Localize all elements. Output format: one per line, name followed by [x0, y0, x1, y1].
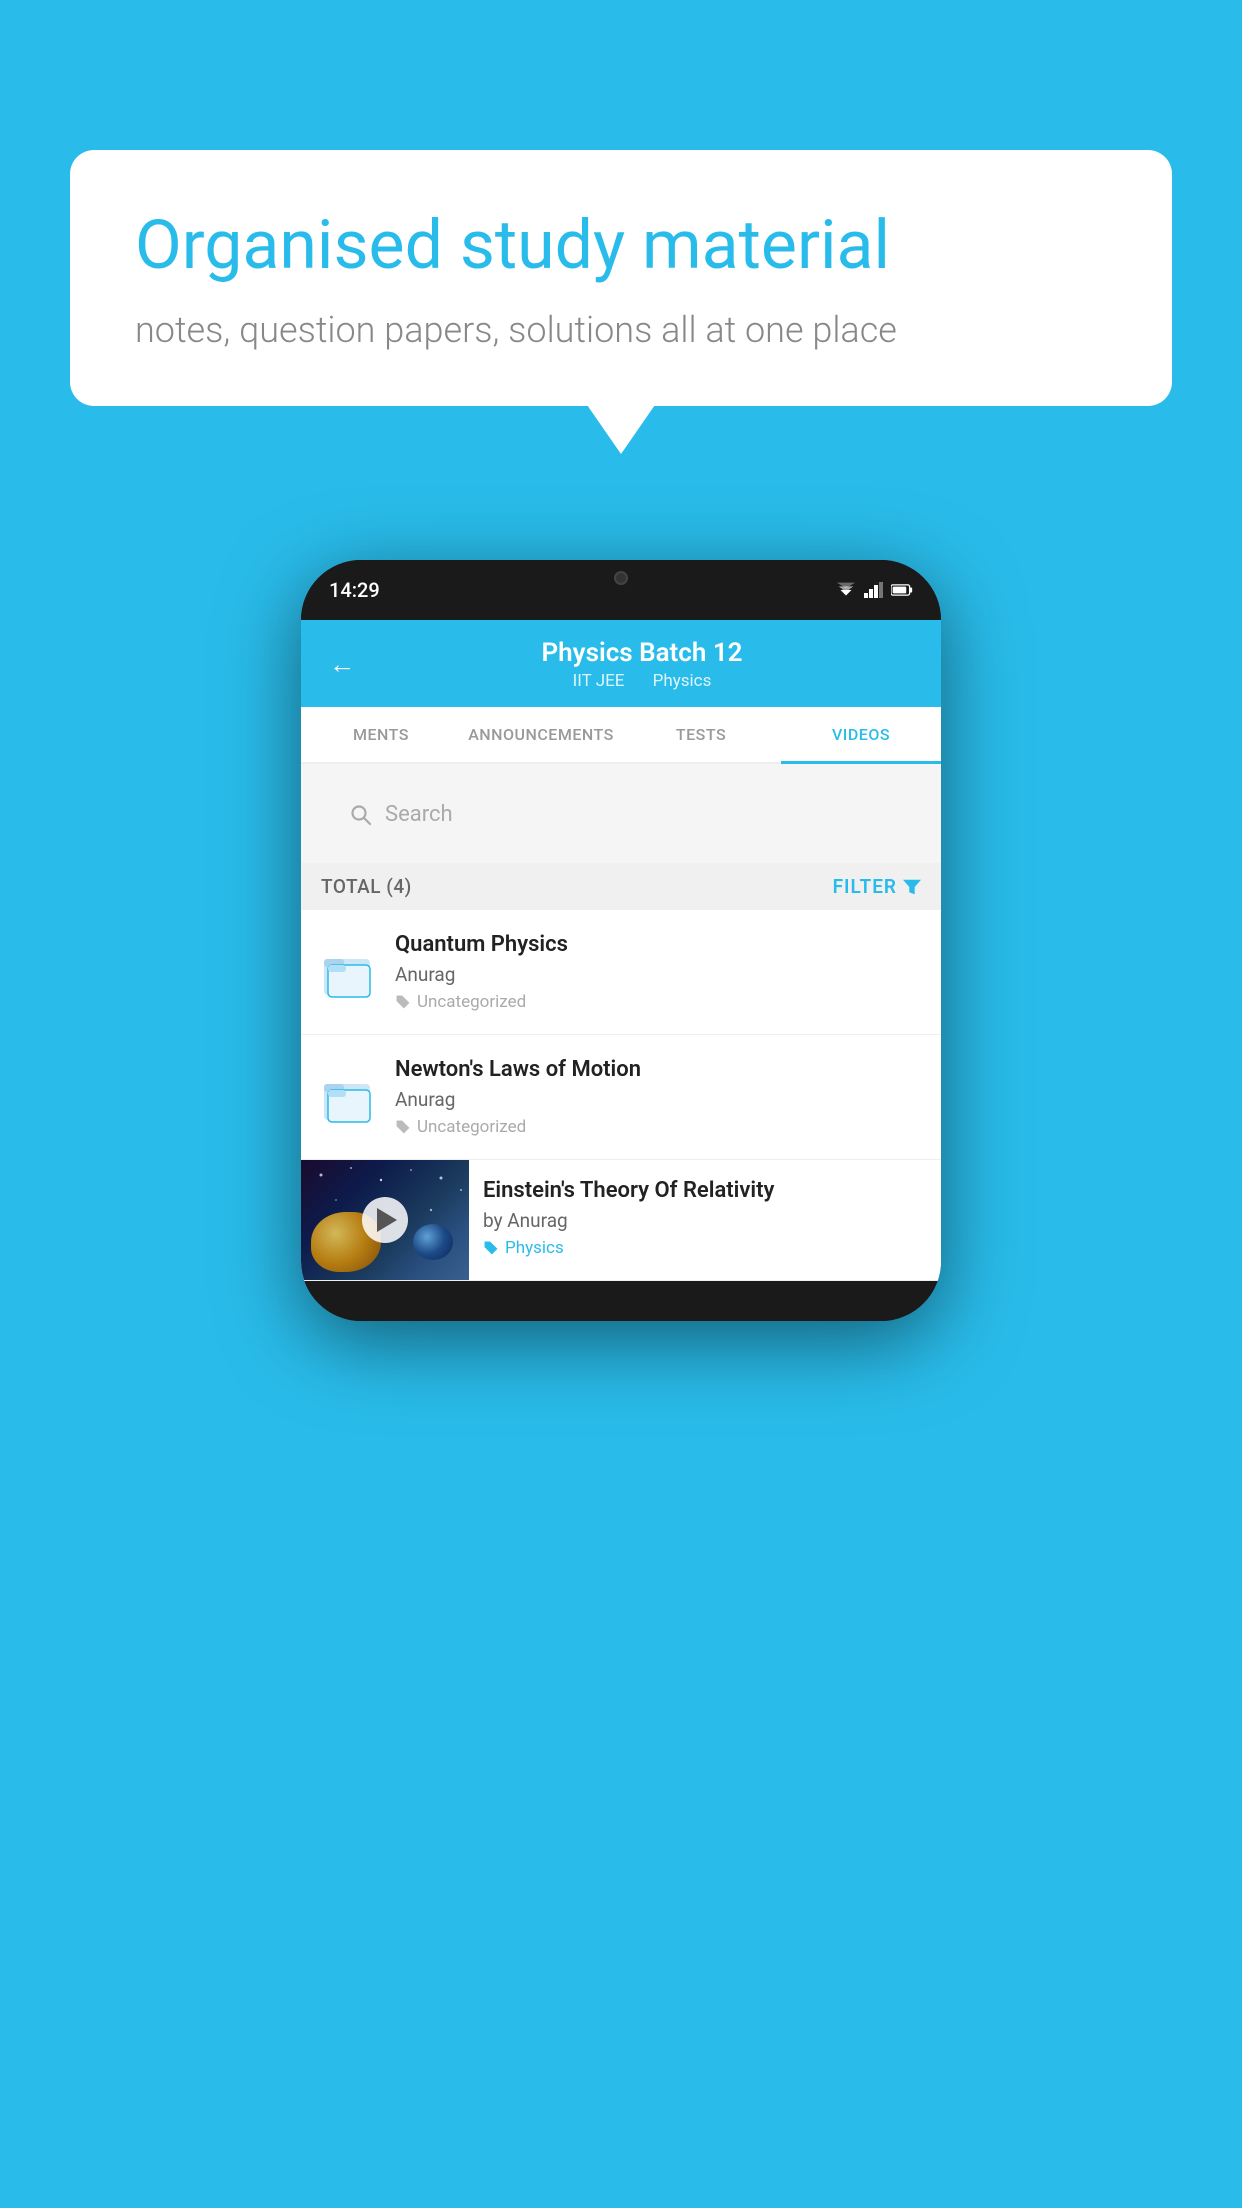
back-button[interactable]: ←	[321, 645, 363, 684]
folder-icon-wrapper	[319, 1063, 377, 1131]
app-subtitle: IIT JEE Physics	[363, 671, 921, 691]
filter-button[interactable]: FILTER	[833, 875, 921, 898]
subtitle-iitjee: IIT JEE	[573, 671, 625, 691]
folder-icon-wrapper	[319, 938, 377, 1006]
video-tag: Physics	[483, 1238, 927, 1258]
video-info: Quantum Physics Anurag Uncategorized	[395, 932, 923, 1012]
wifi-icon	[835, 582, 857, 598]
total-count: TOTAL (4)	[321, 875, 412, 898]
play-button[interactable]	[362, 1197, 408, 1243]
tag-icon	[395, 1119, 411, 1135]
folder-icon	[322, 943, 374, 1001]
video-author: Anurag	[395, 1088, 923, 1111]
speech-bubble-heading: Organised study material	[135, 205, 1107, 287]
front-camera	[614, 571, 628, 585]
video-info: Newton's Laws of Motion Anurag Uncategor…	[395, 1057, 923, 1137]
app-header: ← Physics Batch 12 IIT JEE Physics	[301, 620, 941, 707]
notch	[561, 560, 681, 596]
tag-label: Uncategorized	[417, 1117, 526, 1137]
video-title: Einstein's Theory Of Relativity	[483, 1178, 927, 1203]
filter-icon	[903, 878, 921, 896]
status-bar: 14:29	[301, 560, 941, 620]
search-placeholder: Search	[385, 802, 453, 827]
video-author: Anurag	[395, 963, 923, 986]
tag-label: Physics	[505, 1238, 564, 1258]
filter-row: TOTAL (4) FILTER	[301, 863, 941, 910]
battery-icon	[891, 582, 913, 598]
video-title: Newton's Laws of Motion	[395, 1057, 923, 1082]
video-list: Quantum Physics Anurag Uncategorized	[301, 910, 941, 1281]
app-title: Physics Batch 12	[363, 638, 921, 668]
phone-wrapper: 14:29	[301, 560, 941, 1321]
phone-bottom-bezel	[301, 1281, 941, 1321]
phone: 14:29	[301, 560, 941, 1321]
status-icons	[835, 582, 913, 598]
folder-icon	[322, 1068, 374, 1126]
tag-label: Uncategorized	[417, 992, 526, 1012]
video-title: Quantum Physics	[395, 932, 923, 957]
tag-icon	[395, 994, 411, 1010]
video-info: Einstein's Theory Of Relativity by Anura…	[469, 1160, 941, 1276]
search-bar[interactable]: Search	[331, 790, 911, 839]
signal-icon	[863, 582, 885, 598]
list-item[interactable]: Einstein's Theory Of Relativity by Anura…	[301, 1160, 941, 1281]
tab-ments[interactable]: MENTS	[301, 707, 461, 762]
list-item[interactable]: Newton's Laws of Motion Anurag Uncategor…	[301, 1035, 941, 1160]
speech-bubble: Organised study material notes, question…	[70, 150, 1172, 406]
tab-announcements[interactable]: ANNOUNCEMENTS	[461, 707, 621, 762]
planet2-decoration	[413, 1224, 453, 1260]
tab-tests[interactable]: TESTS	[621, 707, 781, 762]
tab-videos[interactable]: VIDEOS	[781, 707, 941, 762]
header-title-area: Physics Batch 12 IIT JEE Physics	[363, 638, 921, 691]
status-time: 14:29	[329, 578, 380, 602]
video-thumbnail	[301, 1160, 469, 1280]
video-tag: Uncategorized	[395, 1117, 923, 1137]
tabs-bar: MENTS ANNOUNCEMENTS TESTS VIDEOS	[301, 707, 941, 764]
list-item[interactable]: Quantum Physics Anurag Uncategorized	[301, 910, 941, 1035]
video-author: by Anurag	[483, 1209, 927, 1232]
speech-bubble-container: Organised study material notes, question…	[70, 150, 1172, 406]
tag-icon	[483, 1240, 499, 1256]
video-tag: Uncategorized	[395, 992, 923, 1012]
speech-bubble-subtitle: notes, question papers, solutions all at…	[135, 309, 1107, 351]
play-triangle	[377, 1208, 397, 1232]
subtitle-physics: Physics	[653, 671, 712, 691]
search-icon	[349, 803, 373, 827]
